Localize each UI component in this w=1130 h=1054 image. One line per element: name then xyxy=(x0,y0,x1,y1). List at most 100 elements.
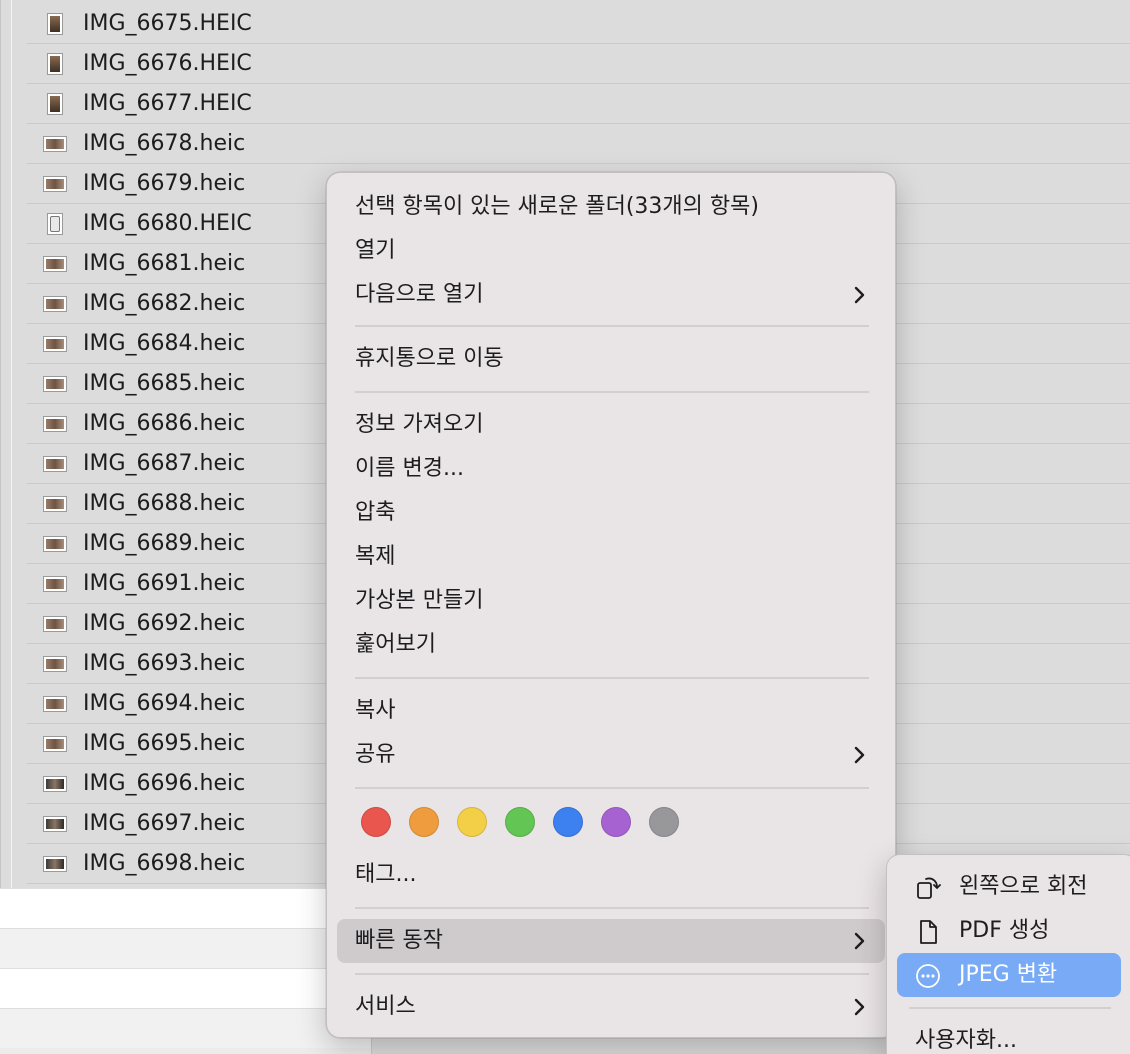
menu-item-label: 다음으로 열기 xyxy=(355,282,484,307)
image-thumbnail-icon xyxy=(43,813,67,835)
menu-item-rename[interactable]: 이름 변경... xyxy=(337,447,885,491)
menu-item-label: 정보 가져오기 xyxy=(355,412,484,437)
file-name: IMG_6679.heic xyxy=(83,171,246,196)
menu-item-label: 이름 변경... xyxy=(355,456,464,481)
menu-item-label: 복사 xyxy=(355,698,396,723)
empty-list-row xyxy=(0,928,371,968)
file-name: IMG_6686.heic xyxy=(83,411,246,436)
file-name: IMG_6693.heic xyxy=(83,651,246,676)
menu-item-label: 빠른 동작 xyxy=(355,928,443,953)
menu-item-label: 휴지통으로 이동 xyxy=(355,346,504,371)
tag-color-green[interactable] xyxy=(505,807,535,837)
file-row[interactable]: IMG_6678.heic xyxy=(27,124,1130,164)
menu-item-get-info[interactable]: 정보 가져오기 xyxy=(337,403,885,447)
file-name: IMG_6696.heic xyxy=(83,771,246,796)
file-name: IMG_6678.heic xyxy=(83,131,246,156)
submenu-item-label: JPEG 변환 xyxy=(959,962,1058,987)
submenu-item-label: PDF 생성 xyxy=(959,918,1050,943)
file-row[interactable]: IMG_6675.HEIC xyxy=(27,4,1130,44)
menu-item-quick-actions[interactable]: 빠른 동작 xyxy=(337,919,885,963)
file-name: IMG_6676.HEIC xyxy=(83,51,252,76)
menu-separator xyxy=(355,973,869,975)
file-name: IMG_6685.heic xyxy=(83,371,246,396)
submenu-item-label: 사용자화... xyxy=(915,1028,1017,1053)
menu-item-duplicate[interactable]: 복제 xyxy=(337,535,885,579)
image-thumbnail-icon xyxy=(43,773,67,795)
ellipsis-circle-icon xyxy=(916,964,940,988)
chevron-right-icon xyxy=(854,286,865,304)
chevron-right-icon xyxy=(854,932,865,950)
file-name: IMG_6692.heic xyxy=(83,611,246,636)
image-thumbnail-icon xyxy=(43,133,67,155)
menu-item-label: 훑어보기 xyxy=(355,632,436,657)
file-name: IMG_6697.heic xyxy=(83,811,246,836)
menu-item-label: 열기 xyxy=(355,238,396,263)
image-thumbnail-icon xyxy=(43,533,67,555)
submenu-item-convert-jpeg[interactable]: JPEG 변환 xyxy=(897,953,1121,997)
bottom-list-strip xyxy=(0,888,372,1054)
empty-list-row xyxy=(0,1008,371,1048)
menu-separator xyxy=(355,391,869,393)
tag-color-red[interactable] xyxy=(361,807,391,837)
file-name: IMG_6684.heic xyxy=(83,331,246,356)
file-name: IMG_6677.HEIC xyxy=(83,91,252,116)
image-thumbnail-icon xyxy=(43,733,67,755)
file-name: IMG_6694.heic xyxy=(83,691,246,716)
file-row[interactable]: IMG_6676.HEIC xyxy=(27,44,1130,84)
menu-separator xyxy=(355,787,869,789)
submenu-item-customize[interactable]: 사용자화... xyxy=(897,1019,1121,1054)
image-thumbnail-icon xyxy=(43,653,67,675)
menu-item-new-folder-with-selection[interactable]: 선택 항목이 있는 새로운 폴더(33개의 항목) xyxy=(337,185,885,229)
file-name: IMG_6680.HEIC xyxy=(83,211,252,236)
menu-item-make-alias[interactable]: 가상본 만들기 xyxy=(337,579,885,623)
menu-item-quick-look[interactable]: 훑어보기 xyxy=(337,623,885,667)
menu-item-label: 태그... xyxy=(355,862,417,887)
image-thumbnail-icon xyxy=(43,413,67,435)
quick-actions-submenu: 왼쪽으로 회전 PDF 생성 JPEG 변환 사용자화... xyxy=(886,854,1130,1054)
menu-separator xyxy=(355,677,869,679)
file-name: IMG_6681.heic xyxy=(83,251,246,276)
menu-item-services[interactable]: 서비스 xyxy=(337,985,885,1029)
image-thumbnail-icon xyxy=(43,53,67,75)
image-thumbnail-icon xyxy=(43,693,67,715)
submenu-item-label: 왼쪽으로 회전 xyxy=(959,874,1088,899)
rotate-left-icon xyxy=(917,877,941,899)
tag-color-yellow[interactable] xyxy=(457,807,487,837)
chevron-right-icon xyxy=(854,998,865,1016)
image-thumbnail-icon xyxy=(43,293,67,315)
image-thumbnail-icon xyxy=(43,613,67,635)
file-name: IMG_6698.heic xyxy=(83,851,246,876)
menu-item-label: 공유 xyxy=(355,742,396,767)
image-thumbnail-icon xyxy=(43,853,67,875)
menu-item-tags[interactable]: 태그... xyxy=(337,853,885,897)
menu-item-label: 선택 항목이 있는 새로운 폴더(33개의 항목) xyxy=(355,194,759,219)
context-menu: 선택 항목이 있는 새로운 폴더(33개의 항목) 열기 다음으로 열기 휴지통… xyxy=(326,172,896,1038)
file-row[interactable]: IMG_6677.HEIC xyxy=(27,84,1130,124)
tag-color-gray[interactable] xyxy=(649,807,679,837)
empty-list-row xyxy=(0,888,371,928)
image-thumbnail-icon xyxy=(43,173,67,195)
menu-item-share[interactable]: 공유 xyxy=(337,733,885,777)
file-name: IMG_6695.heic xyxy=(83,731,246,756)
menu-item-compress[interactable]: 압축 xyxy=(337,491,885,535)
menu-item-move-to-trash[interactable]: 휴지통으로 이동 xyxy=(337,337,885,381)
menu-separator xyxy=(355,907,869,909)
submenu-item-create-pdf[interactable]: PDF 생성 xyxy=(897,909,1121,953)
image-thumbnail-icon xyxy=(43,93,67,115)
menu-item-open[interactable]: 열기 xyxy=(337,229,885,273)
menu-item-copy[interactable]: 복사 xyxy=(337,689,885,733)
chevron-right-icon xyxy=(854,746,865,764)
menu-item-open-with[interactable]: 다음으로 열기 xyxy=(337,273,885,317)
file-name: IMG_6682.heic xyxy=(83,291,246,316)
menu-item-label: 압축 xyxy=(355,500,396,525)
image-thumbnail-icon xyxy=(43,573,67,595)
menu-item-label: 서비스 xyxy=(355,994,416,1019)
file-name: IMG_6688.heic xyxy=(83,491,246,516)
tag-color-purple[interactable] xyxy=(601,807,631,837)
menu-separator xyxy=(355,325,869,327)
document-icon xyxy=(920,920,937,944)
tag-color-orange[interactable] xyxy=(409,807,439,837)
submenu-item-rotate-left[interactable]: 왼쪽으로 회전 xyxy=(897,865,1121,909)
tag-color-blue[interactable] xyxy=(553,807,583,837)
image-thumbnail-icon xyxy=(43,493,67,515)
